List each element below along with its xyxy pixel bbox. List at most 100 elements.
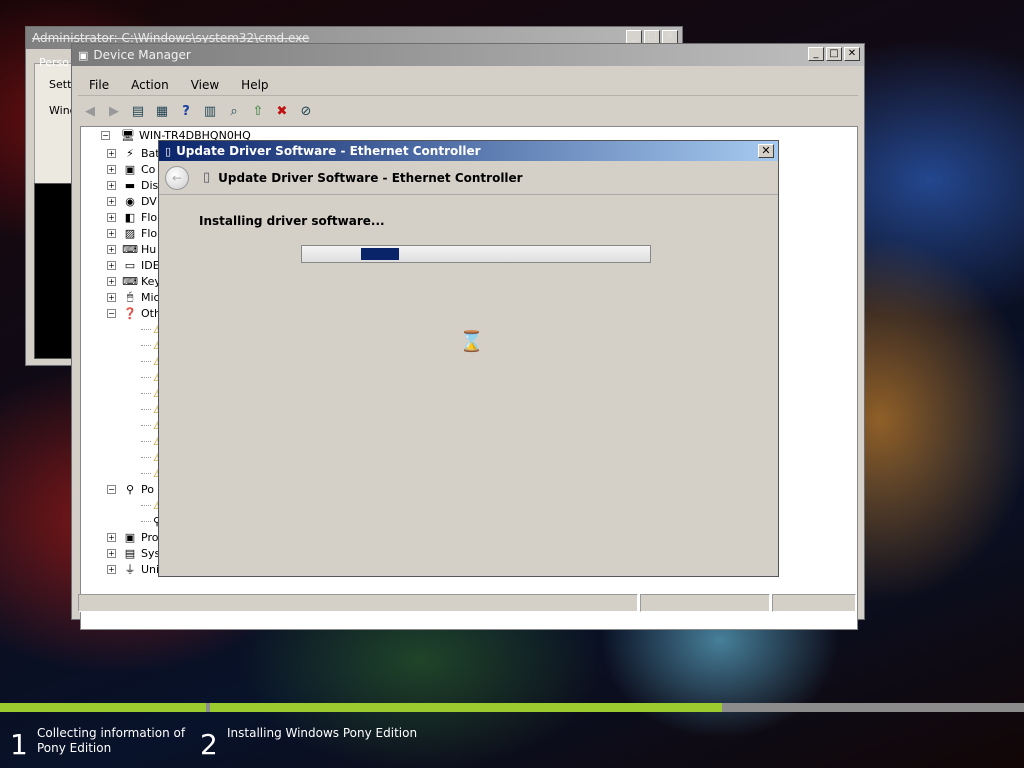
maximize-button[interactable]: □ <box>826 47 842 61</box>
help-button[interactable]: ? <box>176 101 196 121</box>
collapse-icon[interactable]: − <box>101 131 110 140</box>
back-button[interactable]: ◀ <box>80 101 100 121</box>
tree-node[interactable]: + ▣ Pro <box>107 529 158 545</box>
menu-view[interactable]: View <box>180 78 230 92</box>
node-label: Flo <box>141 210 158 224</box>
tree-node[interactable]: + ◉ DV <box>107 193 157 209</box>
step-label: Installing Windows Pony Edition <box>227 726 417 741</box>
tree-node[interactable]: + ◧ Flo <box>107 209 157 225</box>
tree-node[interactable]: + ▬ Dis <box>107 177 158 193</box>
menu-file[interactable]: File <box>78 78 120 92</box>
update-driver-button[interactable]: ⇧ <box>248 101 268 121</box>
tree-node[interactable]: + ⏚ Uni <box>107 561 159 577</box>
properties-icon: ▦ <box>155 103 169 119</box>
computer-icon: ▣ <box>124 162 136 176</box>
node-label: Flo <box>141 226 158 240</box>
collapse-icon[interactable]: − <box>107 308 116 318</box>
expand-icon[interactable]: + <box>107 548 116 558</box>
keyboard-icon: ⌨ <box>122 274 138 288</box>
expand-icon[interactable]: + <box>107 276 116 286</box>
system-icon: ▤ <box>124 546 136 560</box>
maximize-icon: □ <box>829 48 839 59</box>
personalize-title: Perso <box>39 56 69 69</box>
status-bar <box>78 594 858 614</box>
devmgr-titlebar[interactable]: ▣ Device Manager _ □ ✕ <box>72 44 864 66</box>
close-icon: ✕ <box>761 144 771 157</box>
devmgr-title: Device Manager <box>93 48 191 62</box>
tree-node[interactable]: + ▣ Co <box>107 161 155 177</box>
close-button[interactable]: ✕ <box>844 47 860 61</box>
uninstall-icon: ✖ <box>276 103 288 119</box>
expand-icon[interactable]: + <box>107 212 116 222</box>
floppy-controller-icon: ▨ <box>124 226 136 240</box>
dialog-header-title: Update Driver Software - Ethernet Contro… <box>218 170 523 185</box>
tree-node[interactable]: + ▤ Sys <box>107 545 160 561</box>
other-devices-icon: ❓ <box>123 306 137 320</box>
close-icon: ✕ <box>847 48 857 59</box>
node-label: Dis <box>141 178 159 192</box>
up-icon: ▤ <box>131 103 145 119</box>
back-arrow-icon: ← <box>171 170 183 185</box>
tree-node[interactable]: + ⚡ Bat <box>107 145 160 161</box>
node-label: Hu <box>141 242 157 256</box>
close-button[interactable]: ✕ <box>662 30 678 44</box>
step-label-line: Pony Edition <box>37 741 112 755</box>
tree-node[interactable]: + ▭ IDE <box>107 257 160 273</box>
minimize-button[interactable]: _ <box>808 47 824 61</box>
tree-node[interactable]: − ❓ Oth <box>107 305 161 321</box>
mouse-icon: 🖱 <box>126 290 134 303</box>
minimize-button[interactable]: _ <box>626 30 642 44</box>
expand-icon[interactable]: + <box>107 564 116 574</box>
processor-icon: ▣ <box>124 530 136 544</box>
tree-node[interactable]: + 🖱 Mic <box>107 289 160 305</box>
node-label: Co <box>141 162 156 176</box>
collapse-icon[interactable]: − <box>107 484 116 494</box>
expand-icon[interactable]: + <box>107 148 116 158</box>
properties-button[interactable]: ▦ <box>152 101 172 121</box>
menu-bar: File Action View Help <box>78 74 858 96</box>
forward-button[interactable]: ▶ <box>104 101 124 121</box>
tree-node[interactable]: + ▨ Flo <box>107 225 157 241</box>
view-icon: ▥ <box>203 103 217 119</box>
status-pane <box>78 594 638 612</box>
view-button[interactable]: ▥ <box>200 101 220 121</box>
up-button[interactable]: ▤ <box>128 101 148 121</box>
setup-step1-progress <box>0 703 206 712</box>
disable-button[interactable]: ⊘ <box>296 101 316 121</box>
scan-hardware-button[interactable]: ⌕ <box>224 101 244 121</box>
expand-icon[interactable]: + <box>107 244 116 254</box>
close-button[interactable]: ✕ <box>758 144 774 158</box>
tree-node[interactable]: + ⌨ Key <box>107 273 161 289</box>
minimize-icon: _ <box>813 48 819 59</box>
node-label: DV <box>141 194 157 208</box>
tree-node[interactable]: + ⌨ Hu <box>107 241 156 257</box>
scan-hardware-icon: ⌕ <box>230 103 238 119</box>
maximize-button[interactable]: □ <box>644 30 660 44</box>
node-label: Uni <box>141 562 160 576</box>
toolbar: ◀ ▶ ▤ ▦ ? ▥ ⌕ ⇧ ✖ ⊘ <box>78 98 858 124</box>
expand-icon[interactable]: + <box>107 164 116 174</box>
expand-icon[interactable]: + <box>107 260 116 270</box>
expand-icon[interactable]: + <box>107 292 116 302</box>
expand-icon[interactable]: + <box>107 196 116 206</box>
progress-bar <box>301 245 651 263</box>
dialog-titlebar[interactable]: ▯ Update Driver Software - Ethernet Cont… <box>159 141 778 161</box>
back-button[interactable]: ← <box>165 165 189 190</box>
minimize-icon: _ <box>631 31 637 42</box>
expand-icon[interactable]: + <box>107 180 116 190</box>
uninstall-button[interactable]: ✖ <box>272 101 292 121</box>
setup-step2-progress <box>210 703 722 712</box>
driver-icon: ▯ <box>165 144 172 158</box>
network-adapter-icon: ▯ <box>203 170 211 185</box>
node-label: Po <box>141 482 154 496</box>
node-label: Pro <box>141 530 159 544</box>
menu-action[interactable]: Action <box>120 78 180 92</box>
menu-help[interactable]: Help <box>230 78 279 92</box>
ide-icon: ▭ <box>124 258 136 272</box>
update-driver-dialog[interactable]: ▯ Update Driver Software - Ethernet Cont… <box>158 140 779 577</box>
expand-icon[interactable]: + <box>107 532 116 542</box>
node-label: Bat <box>141 146 160 160</box>
tree-node[interactable]: − ⚲ Po <box>107 481 154 497</box>
expand-icon[interactable]: + <box>107 228 116 238</box>
maximize-icon: □ <box>647 31 657 42</box>
